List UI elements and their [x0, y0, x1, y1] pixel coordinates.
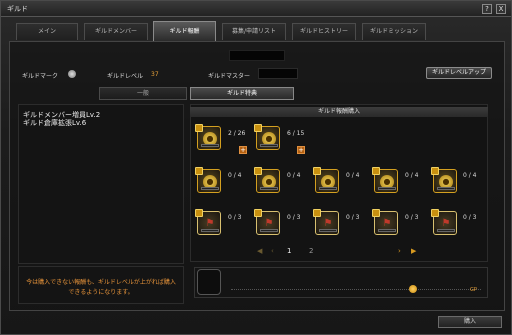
reward-item[interactable]: ● [431, 167, 457, 193]
level-bar [319, 229, 337, 232]
reward-count: 0 / 4 [463, 172, 477, 179]
title-bar[interactable]: ギルド ? X [1, 1, 511, 17]
level-bar [437, 229, 455, 232]
guild-name-field [229, 50, 285, 61]
first-page-icon[interactable]: ◀ [257, 247, 262, 255]
reward-count: 2 / 26 [228, 130, 246, 137]
prev-page-icon[interactable]: ‹ [271, 247, 274, 255]
reward-item[interactable]: ● [254, 124, 280, 150]
add-button[interactable]: + [239, 146, 247, 154]
reward-item[interactable]: ● [372, 167, 398, 193]
tab-missions[interactable]: ギルドミッション [362, 23, 426, 40]
reward-count: 0 / 4 [346, 172, 360, 179]
reward-count: 0 / 3 [463, 214, 477, 221]
level-bar [260, 229, 278, 232]
level-bar [378, 187, 396, 190]
page-2[interactable]: 2 [309, 247, 313, 255]
reward-item[interactable]: ● [254, 167, 280, 193]
crown-icon [313, 167, 321, 175]
crown-icon [195, 124, 203, 132]
tab-members[interactable]: ギルドメンバー [84, 23, 148, 40]
crown-icon [254, 124, 262, 132]
notice-line-1: 今は購入できない報酬も、ギルドレベルが上がれば購入 [26, 279, 176, 286]
reward-count: 6 / 15 [287, 130, 305, 137]
guild-level-value: 37 [151, 71, 159, 78]
reward-item[interactable]: ⚑ [254, 209, 280, 235]
level-bar [319, 187, 337, 190]
add-button[interactable]: + [297, 146, 305, 154]
page-1[interactable]: 1 [287, 247, 291, 255]
selected-item-slot[interactable] [197, 269, 221, 295]
crown-icon [254, 209, 262, 217]
tab-recruit-list[interactable]: 募集/申請リスト [222, 23, 286, 40]
level-bar [260, 187, 278, 190]
crown-icon [195, 209, 203, 217]
level-bar [437, 187, 455, 190]
reward-item[interactable]: ⚑ [431, 209, 457, 235]
reward-count: 0 / 4 [287, 172, 301, 179]
gp-panel [194, 267, 488, 298]
tab-main[interactable]: メイン [16, 23, 78, 40]
guild-level-up-button[interactable]: ギルドレベルアップ [426, 67, 492, 79]
gp-track [231, 289, 481, 290]
reward-item[interactable]: ⚑ [195, 209, 221, 235]
guild-mark-label: ギルドマーク [22, 73, 59, 80]
level-bar [260, 144, 278, 147]
reward-item[interactable]: ● [195, 124, 221, 150]
reward-count: 0 / 4 [228, 172, 242, 179]
crown-icon [372, 209, 380, 217]
guild-mark-icon [68, 70, 76, 78]
reward-count: 0 / 4 [405, 172, 419, 179]
crown-icon [195, 167, 203, 175]
level-bar [201, 187, 219, 190]
crown-icon [372, 167, 380, 175]
reward-count: 0 / 3 [228, 214, 242, 221]
perk-storage-expand: ギルド倉庫拡張Lv.6 [23, 119, 87, 127]
tab-rewards[interactable]: ギルド報酬 [153, 21, 216, 41]
close-button[interactable]: X [496, 4, 506, 14]
notice-line-2: できるようになります。 [68, 289, 134, 296]
guild-level-label: ギルドレベル [107, 73, 144, 80]
guild-master-name [258, 68, 298, 79]
level-bar [378, 229, 396, 232]
notice-text: 今は購入できない報酬も、ギルドレベルが上がれば購入 できるようになります。 [18, 266, 184, 304]
last-page-icon[interactable]: ▶ [411, 247, 416, 255]
reward-count: 0 / 3 [405, 214, 419, 221]
level-bar [201, 229, 219, 232]
reward-count: 0 / 3 [346, 214, 360, 221]
reward-item[interactable]: ● [313, 167, 339, 193]
crown-icon [431, 209, 439, 217]
subtab-guild-perks[interactable]: ギルド特典 [190, 87, 294, 100]
crown-icon [254, 167, 262, 175]
guild-window: ギルド ? X メイン ギルドメンバー ギルド報酬 募集/申請リスト ギルドヒス… [0, 0, 512, 335]
crown-icon [313, 209, 321, 217]
crown-icon [431, 167, 439, 175]
reward-count: 0 / 3 [287, 214, 301, 221]
tab-history[interactable]: ギルドヒストリー [292, 23, 356, 40]
subtab-general[interactable]: 一般 [99, 87, 187, 100]
next-page-icon[interactable]: › [398, 247, 401, 255]
reward-item[interactable]: ⚑ [313, 209, 339, 235]
buy-button[interactable]: 購入 [438, 316, 502, 328]
perk-member-increase: ギルドメンバー増員Lv.2 [23, 111, 101, 119]
guild-master-label: ギルドマスター [208, 73, 251, 80]
reward-panel-header: ギルド報酬購入 [190, 107, 488, 117]
window-title: ギルド [7, 5, 28, 13]
gp-label: GP [470, 287, 477, 293]
reward-item[interactable]: ● [195, 167, 221, 193]
reward-item[interactable]: ⚑ [372, 209, 398, 235]
gp-slider-knob[interactable] [409, 285, 417, 293]
perk-list-panel: ギルドメンバー増員Lv.2 ギルド倉庫拡張Lv.6 [18, 104, 184, 264]
level-bar [201, 144, 219, 147]
help-button[interactable]: ? [482, 4, 492, 14]
